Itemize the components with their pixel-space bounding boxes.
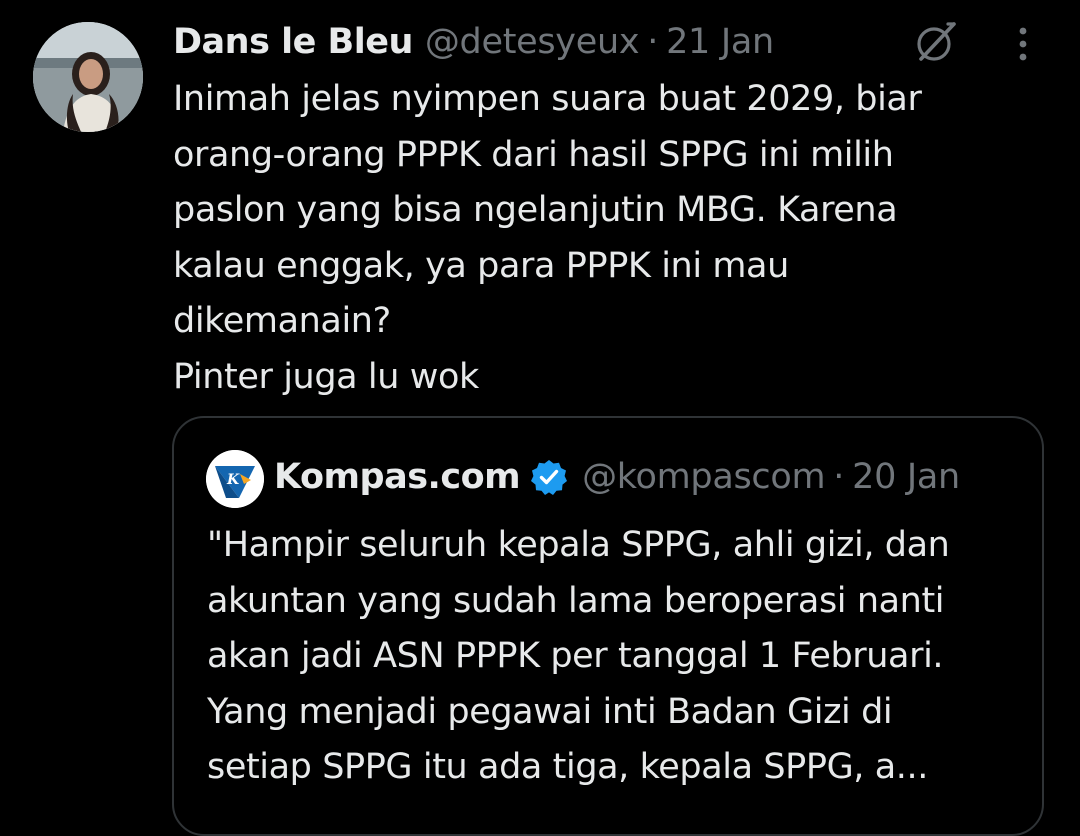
tweet-header: Dans le Bleu @detesyeux · 21 Jan (173, 18, 774, 66)
quoted-tweet-header: Kompas.com @kompascom · 20 Jan (274, 452, 960, 502)
svg-text:K: K (226, 472, 240, 488)
grok-icon[interactable] (912, 18, 960, 66)
author-display-name[interactable]: Dans le Bleu (173, 18, 413, 66)
quoted-tweet[interactable]: K Kompas.com @kompascom · 20 Jan "Hampir… (172, 416, 1044, 836)
tweet-text-line: paslon yang bisa ngelanjutin MBG. Karena (173, 190, 898, 230)
tweet-date[interactable]: 21 Jan (666, 18, 774, 66)
tweet-text-line: dikemanain? (173, 301, 391, 341)
author-avatar[interactable] (33, 22, 143, 132)
verified-badge-icon (531, 460, 568, 495)
author-handle[interactable]: @detesyeux (425, 18, 640, 66)
quoted-text-line: Yang menjadi pegawai inti Badan Gizi di (207, 691, 893, 732)
kompas-logo-icon[interactable]: K (206, 450, 264, 508)
tweet[interactable]: Dans le Bleu @detesyeux · 21 Jan Inimah … (0, 0, 1080, 836)
quoted-author-display-name[interactable]: Kompas.com (274, 457, 521, 497)
tweet-text-line: Inimah jelas nyimpen suara buat 2029, bi… (173, 79, 922, 119)
tweet-text: Inimah jelas nyimpen suara buat 2029, bi… (173, 72, 1033, 405)
more-vertical-icon[interactable] (1008, 22, 1038, 66)
header-separator: · (647, 22, 659, 62)
quoted-text-line: akuntan yang sudah lama beroperasi nanti (207, 580, 945, 621)
tweet-text-line: orang-orang PPPK dari hasil SPPG ini mil… (173, 134, 894, 175)
quoted-text-line: "Hampir seluruh kepala SPPG, ahli gizi, … (207, 525, 950, 565)
quoted-text-line: setiap SPPG itu ada tiga, kepala SPPG, a… (207, 747, 928, 787)
quoted-tweet-text: "Hampir seluruh kepala SPPG, ahli gizi, … (207, 518, 1027, 796)
quoted-author-handle[interactable]: @kompascom (582, 457, 825, 497)
quoted-text-line: akan jadi ASN PPPK per tanggal 1 Februar… (207, 636, 944, 676)
quoted-tweet-date[interactable]: 20 Jan (852, 457, 960, 497)
tweet-text-line: kalau enggak, ya para PPPK ini mau (173, 245, 789, 286)
quoted-header-separator: · (833, 457, 845, 497)
tweet-text-line: Pinter juga lu wok (173, 356, 479, 397)
